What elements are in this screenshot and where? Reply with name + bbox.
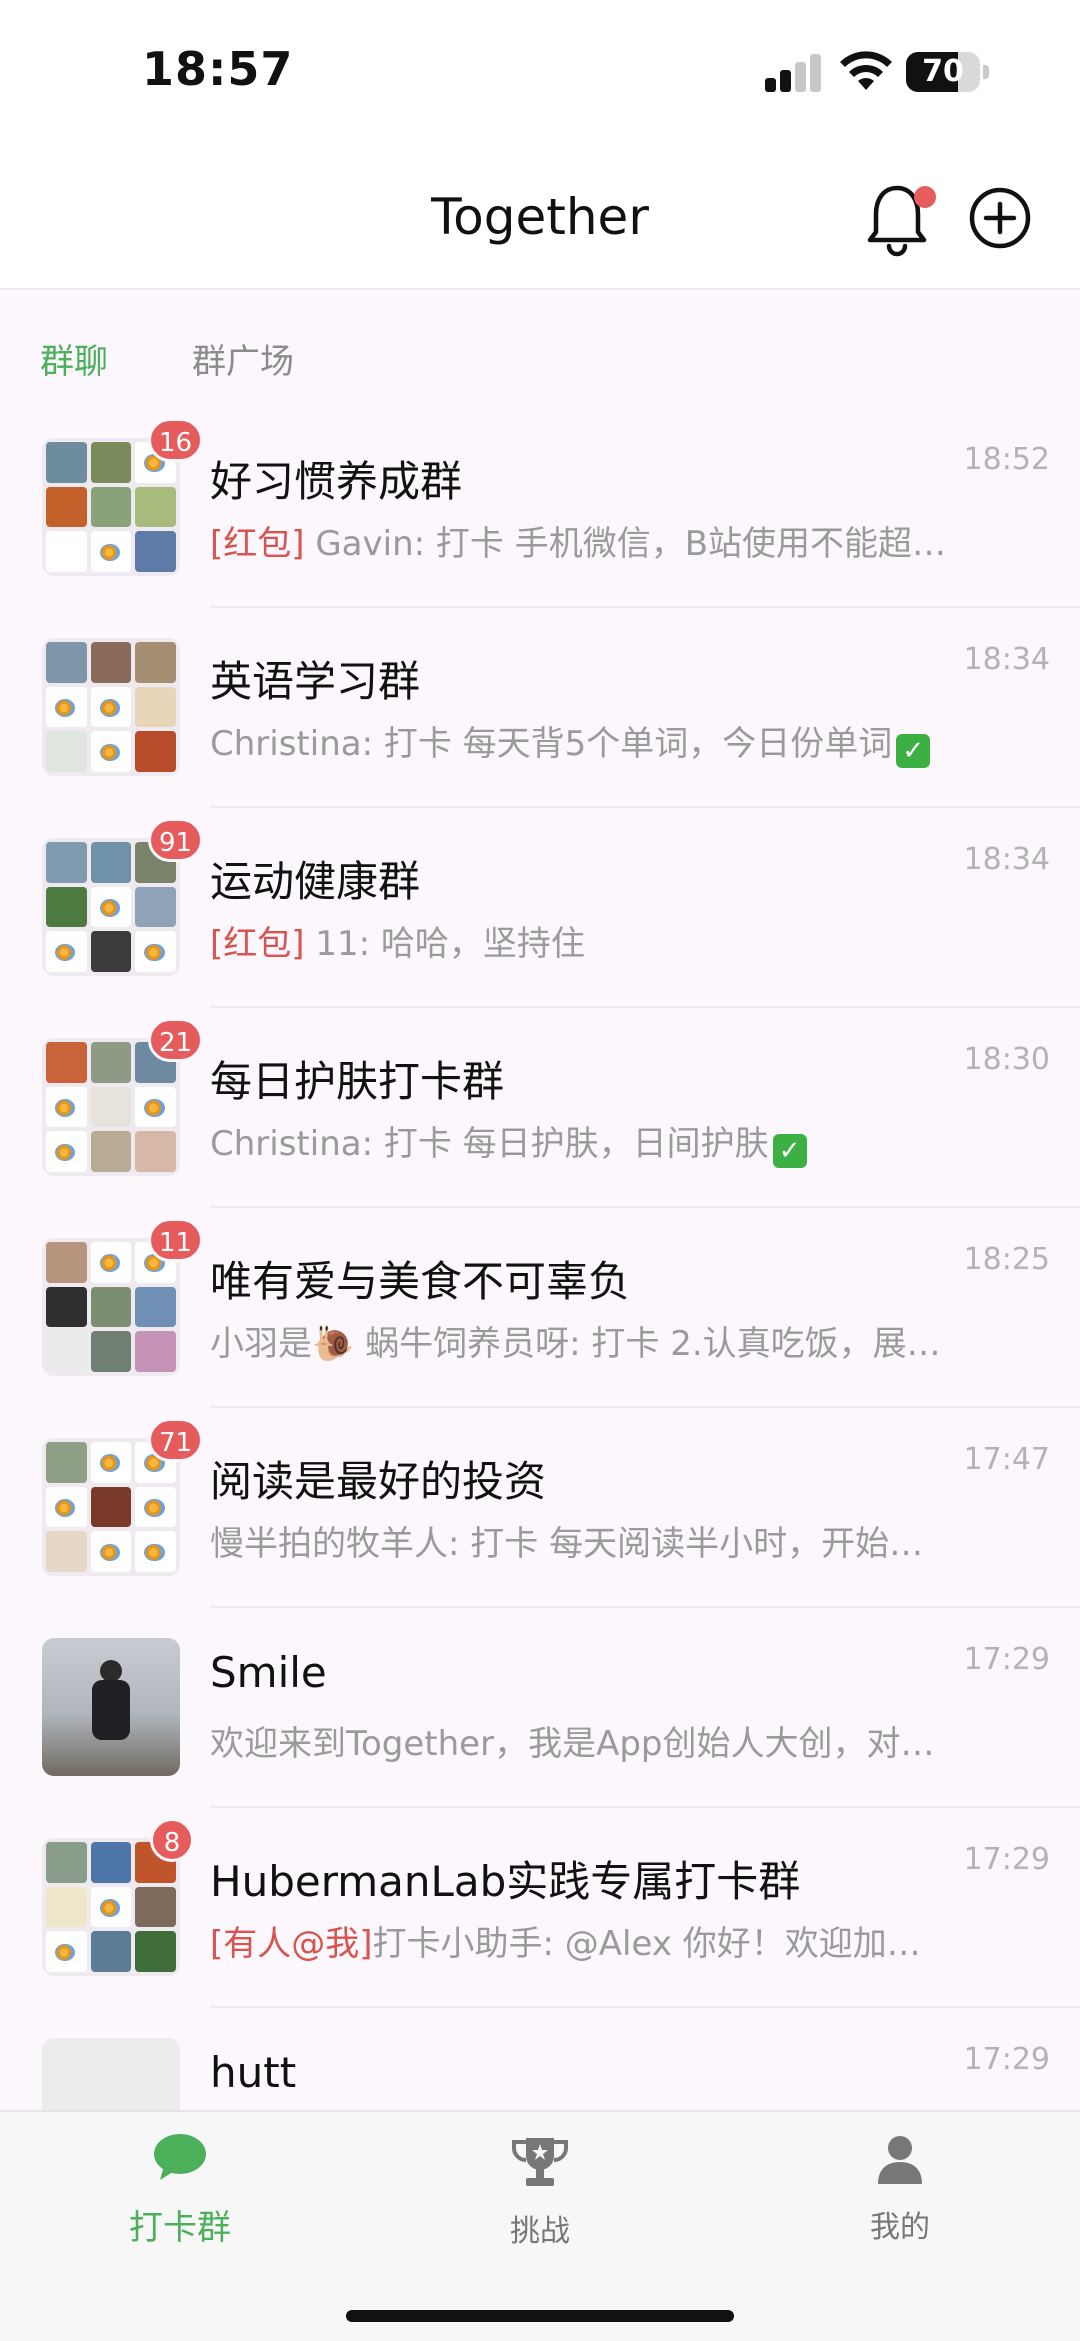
red-packet-tag: [红包] — [210, 524, 305, 564]
tab-group-plaza[interactable]: 群广场 — [192, 334, 294, 383]
unread-badge: 8 — [150, 1818, 194, 1862]
chat-item[interactable]: Smile 17:29 欢迎来到Together，我是App创始人大创，对… — [0, 1608, 1080, 1808]
chat-time: 18:52 — [963, 442, 1050, 477]
chat-item[interactable]: 8 HubermanLab实践专属打卡群 17:29 [有人@我]打卡小助手: … — [0, 1808, 1080, 2008]
chat-time: 17:29 — [963, 1842, 1050, 1877]
chat-time: 18:30 — [963, 1042, 1050, 1077]
tab-challenges[interactable]: 挑战 — [440, 2132, 640, 2250]
chat-name: 运动健康群 — [210, 857, 421, 906]
chat-time: 17:29 — [963, 1642, 1050, 1677]
red-packet-tag: [红包] — [210, 924, 305, 964]
group-avatar — [42, 638, 180, 776]
chat-preview: Christina: 打卡 每天背5个单词，今日份单词 ✓ — [210, 716, 970, 768]
chat-item[interactable]: 16 好习惯养成群 18:52 [红包] Gavin: 打卡 手机微信，B站使用… — [0, 408, 1080, 608]
chat-name: 好习惯养成群 — [210, 457, 463, 506]
chat-item[interactable]: 11 唯有爱与美食不可辜负 18:25 小羽是🐌 蜗牛饲养员呀: 打卡 2.认真… — [0, 1208, 1080, 1408]
chat-name: Smile — [210, 1648, 327, 1697]
chat-item[interactable]: 21 每日护肤打卡群 18:30 Christina: 打卡 每日护肤，日间护肤… — [0, 1008, 1080, 1208]
chat-item[interactable]: 91 运动健康群 18:34 [红包] 11: 哈哈，坚持住 — [0, 808, 1080, 1008]
person-icon — [878, 2136, 922, 2184]
chat-name: HubermanLab实践专属打卡群 — [210, 1857, 801, 1906]
unread-badge: 11 — [148, 1218, 204, 1262]
unread-badge: 16 — [148, 418, 204, 462]
chat-preview: [红包] Gavin: 打卡 手机微信，B站使用不能超… — [210, 524, 947, 564]
group-avatar — [42, 1838, 180, 1976]
add-button[interactable] — [968, 186, 1032, 250]
chat-preview: 慢半拍的牧羊人: 打卡 每天阅读半小时，开始… — [210, 1524, 924, 1564]
chat-name: 每日护肤打卡群 — [210, 1057, 505, 1106]
chat-time: 17:47 — [963, 1442, 1050, 1477]
chat-item[interactable]: 71 阅读是最好的投资 17:47 慢半拍的牧羊人: 打卡 每天阅读半小时，开始… — [0, 1408, 1080, 1608]
segment-tabs: 群聊 群广场 — [0, 292, 1080, 412]
chat-preview: 欢迎来到Together，我是App创始人大创，对… — [210, 1724, 935, 1764]
status-time: 18:57 — [142, 42, 294, 96]
tab-checkin-groups[interactable]: 打卡群 — [80, 2132, 280, 2249]
chat-time: 18:25 — [963, 1242, 1050, 1277]
check-emoji-icon: ✓ — [896, 734, 931, 768]
nav-header: Together — [0, 150, 1080, 290]
chat-time: 18:34 — [963, 642, 1050, 677]
chat-name: 阅读是最好的投资 — [210, 1457, 547, 1506]
notifications-button[interactable] — [862, 180, 936, 260]
tab-profile[interactable]: 我的 — [800, 2132, 1000, 2246]
chat-preview: [有人@我]打卡小助手: @Alex 你好！欢迎加… — [210, 1924, 921, 1964]
bottom-tab-bar: 打卡群 挑战 我的 — [0, 2110, 1080, 2341]
user-avatar — [42, 1638, 180, 1776]
trophy-icon — [512, 2138, 568, 2186]
chat-time: 17:29 — [963, 2042, 1050, 2077]
mention-tag: [有人@我] — [210, 1924, 373, 1964]
wifi-icon — [838, 50, 894, 92]
unread-badge: 21 — [148, 1018, 204, 1062]
chat-bubble-icon — [154, 2134, 206, 2180]
chat-time: 18:34 — [963, 842, 1050, 877]
battery-icon: 70 — [906, 52, 989, 92]
chat-name: 唯有爱与美食不可辜负 — [210, 1257, 631, 1306]
unread-badge: 71 — [148, 1418, 204, 1462]
notification-dot — [914, 186, 936, 208]
plus-circle-icon — [969, 187, 1031, 249]
screen: 18:57 70 Together 群聊 群广场 16 好习惯养成群 18:52… — [0, 0, 1080, 2341]
chat-item[interactable]: 英语学习群 18:34 Christina: 打卡 每天背5个单词，今日份单词 ✓ — [0, 608, 1080, 808]
chat-preview: Christina: 打卡 每日护肤，日间护肤 ✓ — [210, 1116, 970, 1168]
chat-list: 16 好习惯养成群 18:52 [红包] Gavin: 打卡 手机微信，B站使用… — [0, 408, 1080, 2208]
status-bar: 18:57 70 — [0, 0, 1080, 150]
chat-preview: 小羽是🐌 蜗牛饲养员呀: 打卡 2.认真吃饭，展… — [210, 1324, 941, 1364]
check-emoji-icon: ✓ — [772, 1134, 807, 1168]
tab-group-chats[interactable]: 群聊 — [40, 334, 108, 383]
chat-preview: [红包] 11: 哈哈，坚持住 — [210, 924, 585, 964]
unread-badge: 91 — [148, 818, 204, 862]
cellular-signal-icon — [765, 52, 823, 92]
battery-level: 70 — [922, 54, 964, 89]
home-indicator — [346, 2310, 734, 2322]
chat-name: 英语学习群 — [210, 657, 421, 706]
chat-name: hutt — [210, 2048, 297, 2097]
